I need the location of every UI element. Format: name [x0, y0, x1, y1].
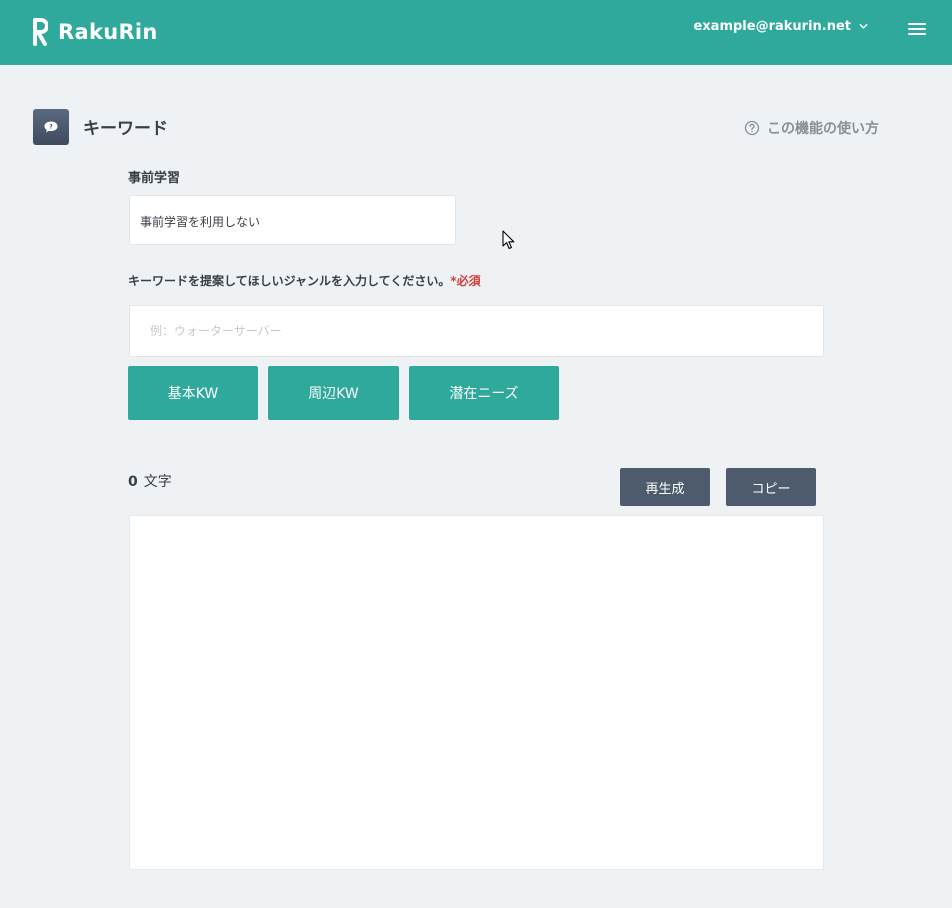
page-title: キーワード: [83, 119, 168, 139]
chevron-down-icon: [859, 23, 868, 29]
required-mark: *必須: [450, 274, 481, 288]
around-kw-button[interactable]: 周辺KW: [268, 366, 399, 420]
brand-name: RakuRin: [58, 20, 158, 44]
chat-bubble-icon: ?: [33, 109, 69, 145]
brand-logo[interactable]: RakuRin: [32, 17, 158, 47]
char-count-number: 0: [128, 474, 138, 490]
prelearn-label: 事前学習: [128, 171, 181, 186]
basic-kw-button[interactable]: 基本KW: [128, 366, 258, 420]
copy-button[interactable]: コピー: [726, 468, 816, 506]
svg-text:?: ?: [49, 124, 53, 131]
question-circle-icon: [744, 120, 760, 136]
mouse-cursor-icon: [502, 230, 515, 250]
account-email: example@rakurin.net: [693, 19, 851, 34]
prelearn-select[interactable]: 事前学習を利用しない: [129, 195, 456, 245]
account-dropdown[interactable]: example@rakurin.net: [693, 19, 868, 34]
char-count-unit: 文字: [143, 474, 172, 490]
top-header: RakuRin example@rakurin.net: [0, 0, 952, 65]
regenerate-button[interactable]: 再生成: [620, 468, 710, 506]
genre-input[interactable]: [129, 305, 824, 357]
latent-needs-button[interactable]: 潜在ニーズ: [409, 366, 559, 420]
rakurin-logo-icon: [33, 18, 48, 46]
char-count: 0 文字: [128, 471, 172, 491]
help-link[interactable]: この機能の使い方: [744, 118, 879, 138]
hamburger-menu-icon[interactable]: [908, 23, 926, 37]
genre-label: キーワードを提案してほしいジャンルを入力してください。*必須: [128, 272, 481, 289]
genre-label-text: キーワードを提案してほしいジャンルを入力してください。: [128, 274, 451, 288]
output-textarea[interactable]: [129, 515, 824, 870]
help-link-label: この機能の使い方: [767, 121, 879, 137]
